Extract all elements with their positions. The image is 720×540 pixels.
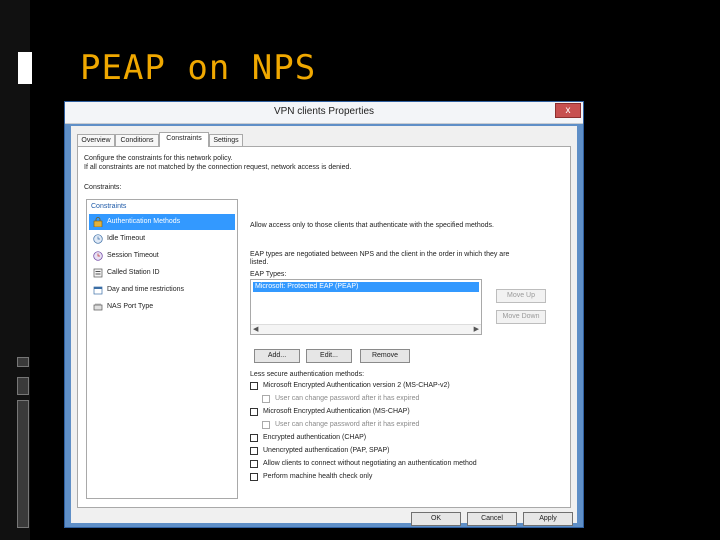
ms-chap-change-password-checkbox[interactable] xyxy=(262,421,270,429)
chap-checkbox[interactable] xyxy=(250,434,258,442)
auth-intro-text: Allow access only to those clients that … xyxy=(250,222,494,229)
slide-decor-block xyxy=(17,400,29,528)
ms-chap-v2-change-password-checkbox[interactable] xyxy=(262,395,270,403)
constraint-item-label: NAS Port Type xyxy=(107,303,154,310)
pap-spap-checkbox[interactable] xyxy=(250,447,258,455)
edit-button[interactable]: Edit... xyxy=(306,349,352,363)
add-button[interactable]: Add... xyxy=(254,349,300,363)
move-down-button[interactable]: Move Down xyxy=(496,310,546,324)
cancel-button[interactable]: Cancel xyxy=(467,512,517,526)
calendar-icon xyxy=(93,286,103,295)
tab-constraints[interactable]: Constraints xyxy=(159,132,209,147)
constraint-item-label: Session Timeout xyxy=(107,252,159,259)
scroll-right-icon[interactable]: ▶ xyxy=(474,325,479,335)
less-secure-label: Less secure authentication methods: xyxy=(250,371,365,378)
network-port-icon xyxy=(93,303,103,311)
move-up-button[interactable]: Move Up xyxy=(496,289,546,303)
health-check-label: Perform machine health check only xyxy=(263,473,373,480)
constraint-item-label: Called Station ID xyxy=(107,269,160,276)
constraint-item-label: Day and time restrictions xyxy=(107,286,185,293)
dialog-titlebar[interactable]: VPN clients Properties x xyxy=(65,102,583,124)
constraint-item-label: Authentication Methods xyxy=(107,218,181,225)
constraint-item-day-time-restrictions[interactable]: Day and time restrictions xyxy=(89,282,235,298)
constraint-item-called-station-id[interactable]: Called Station ID xyxy=(89,265,235,281)
slide: PEAP on NPS VPN clients Properties x Ove… xyxy=(0,0,720,540)
constraint-detail-pane: Allow access only to those clients that … xyxy=(242,199,568,499)
apply-button[interactable]: Apply xyxy=(523,512,573,526)
slide-decor-block xyxy=(17,377,29,395)
ms-chap-v2-change-password-label: User can change password after it has ex… xyxy=(275,395,420,402)
lock-icon xyxy=(93,217,103,227)
scroll-left-icon[interactable]: ◀ xyxy=(253,325,258,335)
eap-type-item[interactable]: Microsoft: Protected EAP (PEAP) xyxy=(253,282,479,292)
constraints-list[interactable]: Constraints Authentication Methods Idle … xyxy=(86,199,238,499)
no-negotiation-label: Allow clients to connect without negotia… xyxy=(263,460,477,467)
horizontal-scrollbar[interactable]: ◀ ▶ xyxy=(251,324,481,334)
close-button[interactable]: x xyxy=(555,103,581,118)
eap-order-note-line2: listed. xyxy=(250,259,269,266)
health-check-checkbox[interactable] xyxy=(250,473,258,481)
constraint-item-nas-port-type[interactable]: NAS Port Type xyxy=(89,299,235,315)
constraints-label: Constraints: xyxy=(84,184,122,191)
dialog-client-area: Overview Conditions Constraints Settings… xyxy=(71,126,577,526)
remove-button[interactable]: Remove xyxy=(360,349,410,363)
constraints-panel: Configure the constraints for this netwo… xyxy=(77,146,571,508)
ms-chap-change-password-label: User can change password after it has ex… xyxy=(275,421,420,428)
ms-chap-checkbox[interactable] xyxy=(250,408,258,416)
panel-description-line1: Configure the constraints for this netwo… xyxy=(84,155,233,162)
dialog-title: VPN clients Properties xyxy=(273,106,375,117)
eap-types-list[interactable]: Microsoft: Protected EAP (PEAP) ◀ ▶ xyxy=(250,279,482,335)
constraint-item-authentication-methods[interactable]: Authentication Methods xyxy=(89,214,235,230)
slide-title: PEAP on NPS xyxy=(80,48,317,88)
slide-decor-block xyxy=(18,52,32,84)
constraint-item-label: Idle Timeout xyxy=(107,235,146,242)
pap-spap-label: Unencrypted authentication (PAP, SPAP) xyxy=(263,447,390,454)
slide-decor-block xyxy=(17,357,29,367)
ms-chap-label: Microsoft Encrypted Authentication (MS-C… xyxy=(263,408,410,415)
no-negotiation-checkbox[interactable] xyxy=(250,460,258,468)
session-clock-icon xyxy=(93,251,103,261)
properties-dialog: VPN clients Properties x Overview Condit… xyxy=(64,101,584,528)
eap-types-label: EAP Types: xyxy=(250,271,287,278)
ok-button[interactable]: OK xyxy=(411,512,461,526)
ms-chap-v2-label: Microsoft Encrypted Authentication versi… xyxy=(263,382,450,389)
chap-label: Encrypted authentication (CHAP) xyxy=(263,434,367,441)
panel-description-line2: If all constraints are not matched by th… xyxy=(84,164,352,171)
constraints-list-header: Constraints xyxy=(91,203,127,210)
ms-chap-v2-checkbox[interactable] xyxy=(250,382,258,390)
eap-order-note-line1: EAP types are negotiated between NPS and… xyxy=(250,251,510,258)
idle-clock-icon xyxy=(93,234,103,244)
station-icon xyxy=(93,268,103,278)
constraint-item-session-timeout[interactable]: Session Timeout xyxy=(89,248,235,264)
constraint-item-idle-timeout[interactable]: Idle Timeout xyxy=(89,231,235,247)
